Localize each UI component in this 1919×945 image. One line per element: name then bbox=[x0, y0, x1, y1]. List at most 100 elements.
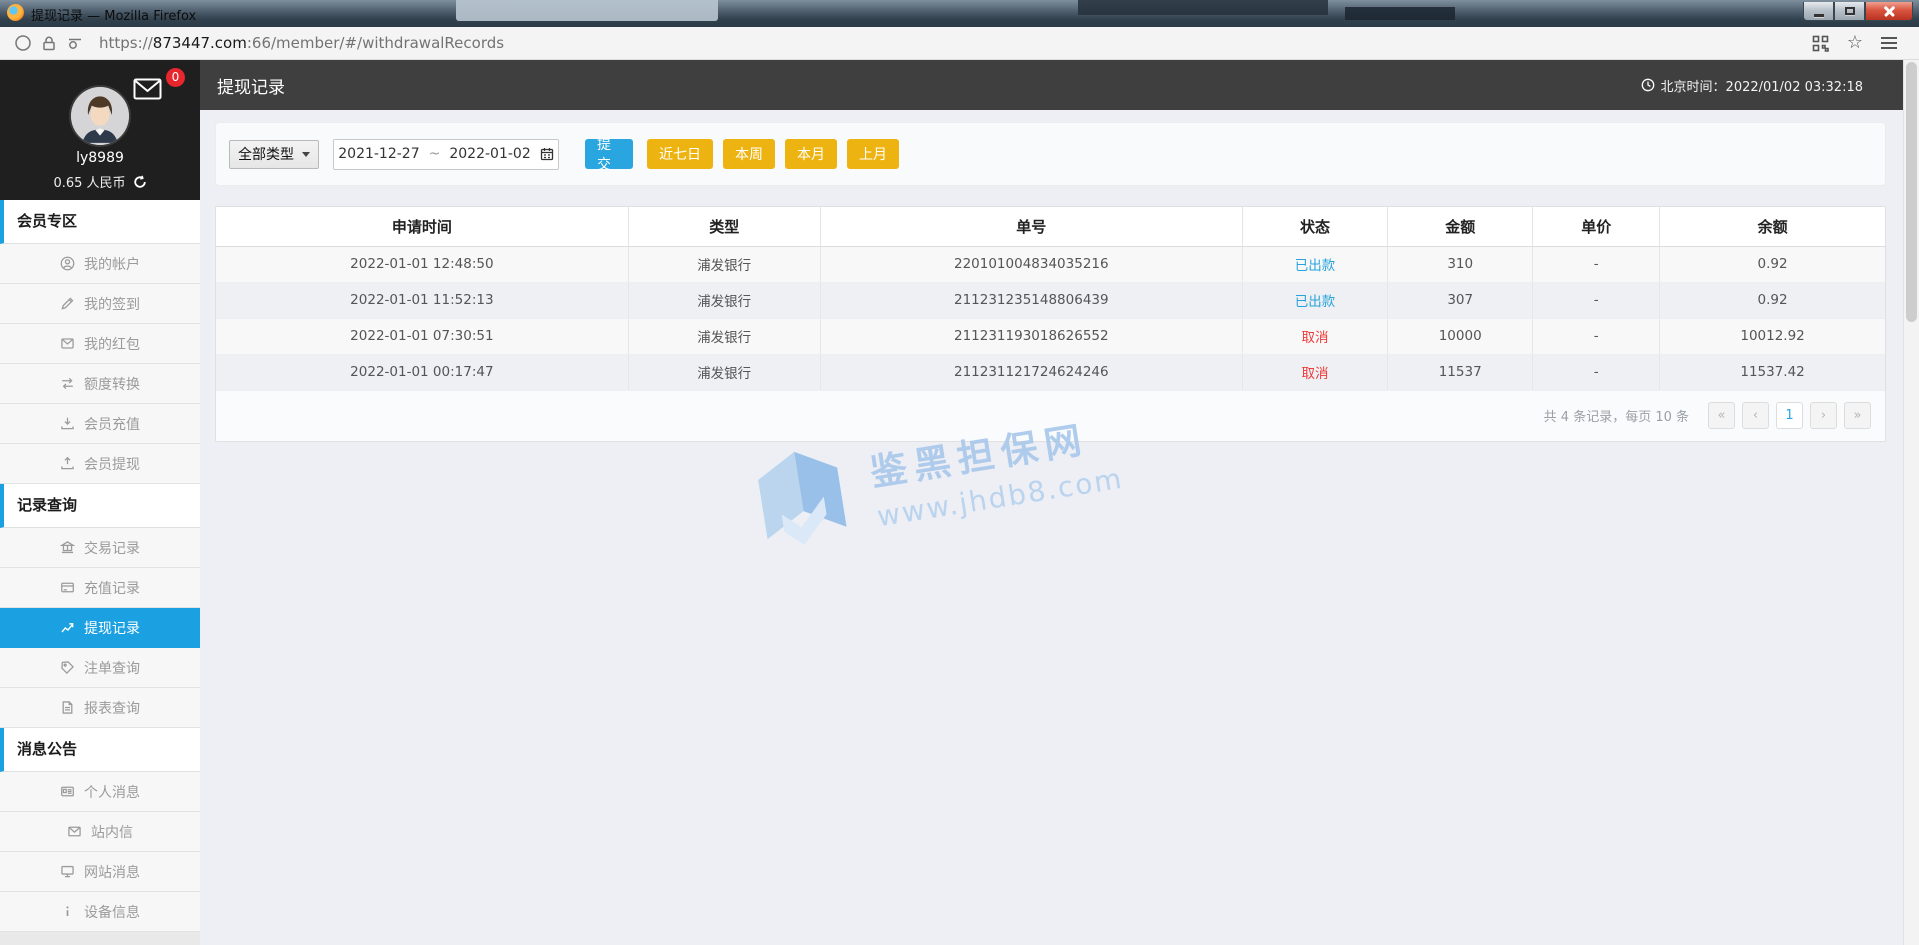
sidebar-item-my-checkin[interactable]: 我的签到 bbox=[0, 284, 200, 324]
url-domain: 873447.com bbox=[152, 34, 247, 52]
sidebar-item-member-deposit[interactable]: 会员充值 bbox=[0, 404, 200, 444]
col-apply-time: 申请时间 bbox=[216, 207, 629, 247]
clock-icon bbox=[1641, 78, 1654, 92]
scrollbar[interactable] bbox=[1903, 60, 1919, 945]
pagination-last-button[interactable]: » bbox=[1844, 402, 1871, 429]
transfer-icon bbox=[62, 377, 73, 390]
sidebar-item-quota-transfer[interactable]: 额度转换 bbox=[0, 364, 200, 404]
withdraw-icon bbox=[61, 456, 74, 470]
quick-thismonth-button[interactable]: 本月 bbox=[785, 139, 837, 169]
sidebar-item-site-mail[interactable]: 站内信 bbox=[0, 812, 200, 852]
sidebar-item-bet-query[interactable]: 注单查询 bbox=[0, 648, 200, 688]
date-separator: ~ bbox=[428, 146, 441, 162]
date-to: 2022-01-02 bbox=[449, 146, 531, 162]
message-count-badge: 0 bbox=[166, 68, 185, 87]
info-icon bbox=[66, 906, 69, 916]
background-window-fragment bbox=[456, 0, 718, 21]
lock-icon[interactable] bbox=[41, 35, 57, 52]
status-badge: 取消 bbox=[1301, 330, 1329, 346]
type-select[interactable]: 全部类型 bbox=[229, 139, 319, 169]
balance: 0.65 人民币 bbox=[53, 176, 126, 191]
quick-last7days-button[interactable]: 近七日 bbox=[647, 139, 713, 169]
calendar-icon[interactable] bbox=[540, 147, 554, 161]
sidebar-item-device-info[interactable]: 设备信息 bbox=[0, 892, 200, 932]
card-icon bbox=[61, 582, 74, 593]
firefox-icon bbox=[7, 4, 24, 21]
sidebar-section-member-zone: 会员专区 bbox=[0, 200, 200, 244]
page-title: 提现记录 bbox=[217, 77, 285, 98]
col-status: 状态 bbox=[1242, 207, 1389, 247]
minimize-button[interactable] bbox=[1803, 2, 1834, 21]
col-order-no: 单号 bbox=[820, 207, 1243, 247]
filter-bar: 全部类型 2021-12-27 ~ 2022-01-02 提交 近七日 本周 本… bbox=[215, 122, 1886, 186]
table-header-row: 申请时间 类型 单号 状态 金额 单价 余额 bbox=[216, 207, 1885, 247]
status-badge: 已出款 bbox=[1294, 294, 1336, 310]
table-row: 2022-01-01 00:17:47 浦发银行 211231121724624… bbox=[216, 354, 1885, 391]
quick-lastmonth-button[interactable]: 上月 bbox=[847, 139, 899, 169]
url-path: :66/member/#/withdrawalRecords bbox=[246, 34, 505, 52]
mail-icon bbox=[68, 826, 81, 837]
pagination-prev-button[interactable]: ‹ bbox=[1742, 402, 1769, 429]
pagination-page-1-button[interactable]: 1 bbox=[1776, 402, 1803, 429]
maximize-button[interactable] bbox=[1834, 2, 1865, 21]
sidebar-item-transaction-records[interactable]: 交易记录 bbox=[0, 528, 200, 568]
chart-icon bbox=[61, 623, 74, 633]
date-from: 2021-12-27 bbox=[338, 146, 420, 162]
bank-icon bbox=[60, 541, 75, 554]
beijing-time: 北京时间：2022/01/02 03:32:18 bbox=[1660, 79, 1863, 95]
menu-hamburger-icon[interactable] bbox=[1881, 37, 1897, 49]
col-balance: 余额 bbox=[1659, 207, 1885, 247]
window-titlebar: 提现记录 — Mozilla Firefox bbox=[0, 0, 1919, 27]
user-panel: 0 ly8989 0.65 人民币 bbox=[0, 60, 200, 200]
pagination: 共 4 条记录，每页 10 条 « ‹ 1 › » bbox=[216, 390, 1885, 441]
red-packet-icon bbox=[61, 338, 74, 349]
status-badge: 取消 bbox=[1301, 366, 1329, 382]
bookmark-star-icon[interactable]: ☆ bbox=[1847, 34, 1863, 52]
close-button[interactable] bbox=[1865, 2, 1913, 21]
sidebar-item-deposit-records[interactable]: 充值记录 bbox=[0, 568, 200, 608]
col-amount: 金额 bbox=[1387, 207, 1534, 247]
user-icon bbox=[60, 256, 75, 271]
table-row: 2022-01-01 12:48:50 浦发银行 220101004834035… bbox=[216, 246, 1885, 283]
main-content: 全部类型 2021-12-27 ~ 2022-01-02 提交 近七日 本周 本… bbox=[200, 110, 1903, 945]
deposit-icon bbox=[61, 417, 74, 430]
table-row: 2022-01-01 07:30:51 浦发银行 211231193018626… bbox=[216, 318, 1885, 355]
sidebar-item-withdrawal-records[interactable]: 提现记录 bbox=[0, 608, 200, 648]
sidebar-item-report-query[interactable]: 报表查询 bbox=[0, 688, 200, 728]
sidebar-item-my-account[interactable]: 我的帐户 bbox=[0, 244, 200, 284]
pencil-icon bbox=[61, 297, 74, 310]
envelope-icon bbox=[133, 78, 162, 100]
background-window-fragment bbox=[1078, 0, 1328, 15]
pagination-summary: 共 4 条记录，每页 10 条 bbox=[1543, 410, 1689, 425]
scrollbar-thumb[interactable] bbox=[1906, 62, 1917, 322]
app-header: 提现记录 北京时间：2022/01/02 03:32:18 bbox=[200, 60, 1903, 110]
refresh-icon[interactable] bbox=[133, 175, 147, 189]
date-range-input[interactable]: 2021-12-27 ~ 2022-01-02 bbox=[333, 138, 559, 170]
avatar[interactable] bbox=[71, 87, 129, 145]
report-icon bbox=[62, 701, 73, 714]
url-protocol: https:// bbox=[99, 34, 153, 52]
pagination-first-button[interactable]: « bbox=[1708, 402, 1735, 429]
sidebar-section-records: 记录查询 bbox=[0, 484, 200, 528]
quick-thisweek-button[interactable]: 本周 bbox=[723, 139, 775, 169]
col-unit-price: 单价 bbox=[1532, 207, 1661, 247]
username: ly8989 bbox=[76, 150, 124, 166]
withdrawal-records-table: 申请时间 类型 单号 状态 金额 单价 余额 2022-01-01 12:48:… bbox=[216, 207, 1885, 391]
tracking-protection-icon[interactable] bbox=[14, 34, 32, 52]
messages-button[interactable]: 0 bbox=[133, 68, 185, 106]
permissions-icon[interactable] bbox=[66, 35, 84, 51]
url-bar[interactable]: https://873447.com:66/member/#/withdrawa… bbox=[99, 34, 1812, 52]
pagination-next-button[interactable]: › bbox=[1810, 402, 1837, 429]
id-card-icon bbox=[61, 786, 74, 797]
browser-toolbar: https://873447.com:66/member/#/withdrawa… bbox=[0, 27, 1919, 60]
table-row: 2022-01-01 11:52:13 浦发银行 211231235148806… bbox=[216, 282, 1885, 319]
sidebar: 0 ly8989 0.65 人民币 会员专区 我的帐户 我的签到 我的红包 额度… bbox=[0, 60, 200, 945]
sidebar-item-member-withdraw[interactable]: 会员提现 bbox=[0, 444, 200, 484]
status-badge: 已出款 bbox=[1294, 258, 1336, 274]
qr-code-icon[interactable] bbox=[1812, 35, 1829, 52]
col-type: 类型 bbox=[628, 207, 821, 247]
sidebar-item-my-red-packet[interactable]: 我的红包 bbox=[0, 324, 200, 364]
sidebar-item-personal-messages[interactable]: 个人消息 bbox=[0, 772, 200, 812]
submit-button[interactable]: 提交 bbox=[585, 137, 633, 173]
sidebar-item-site-messages[interactable]: 网站消息 bbox=[0, 852, 200, 892]
